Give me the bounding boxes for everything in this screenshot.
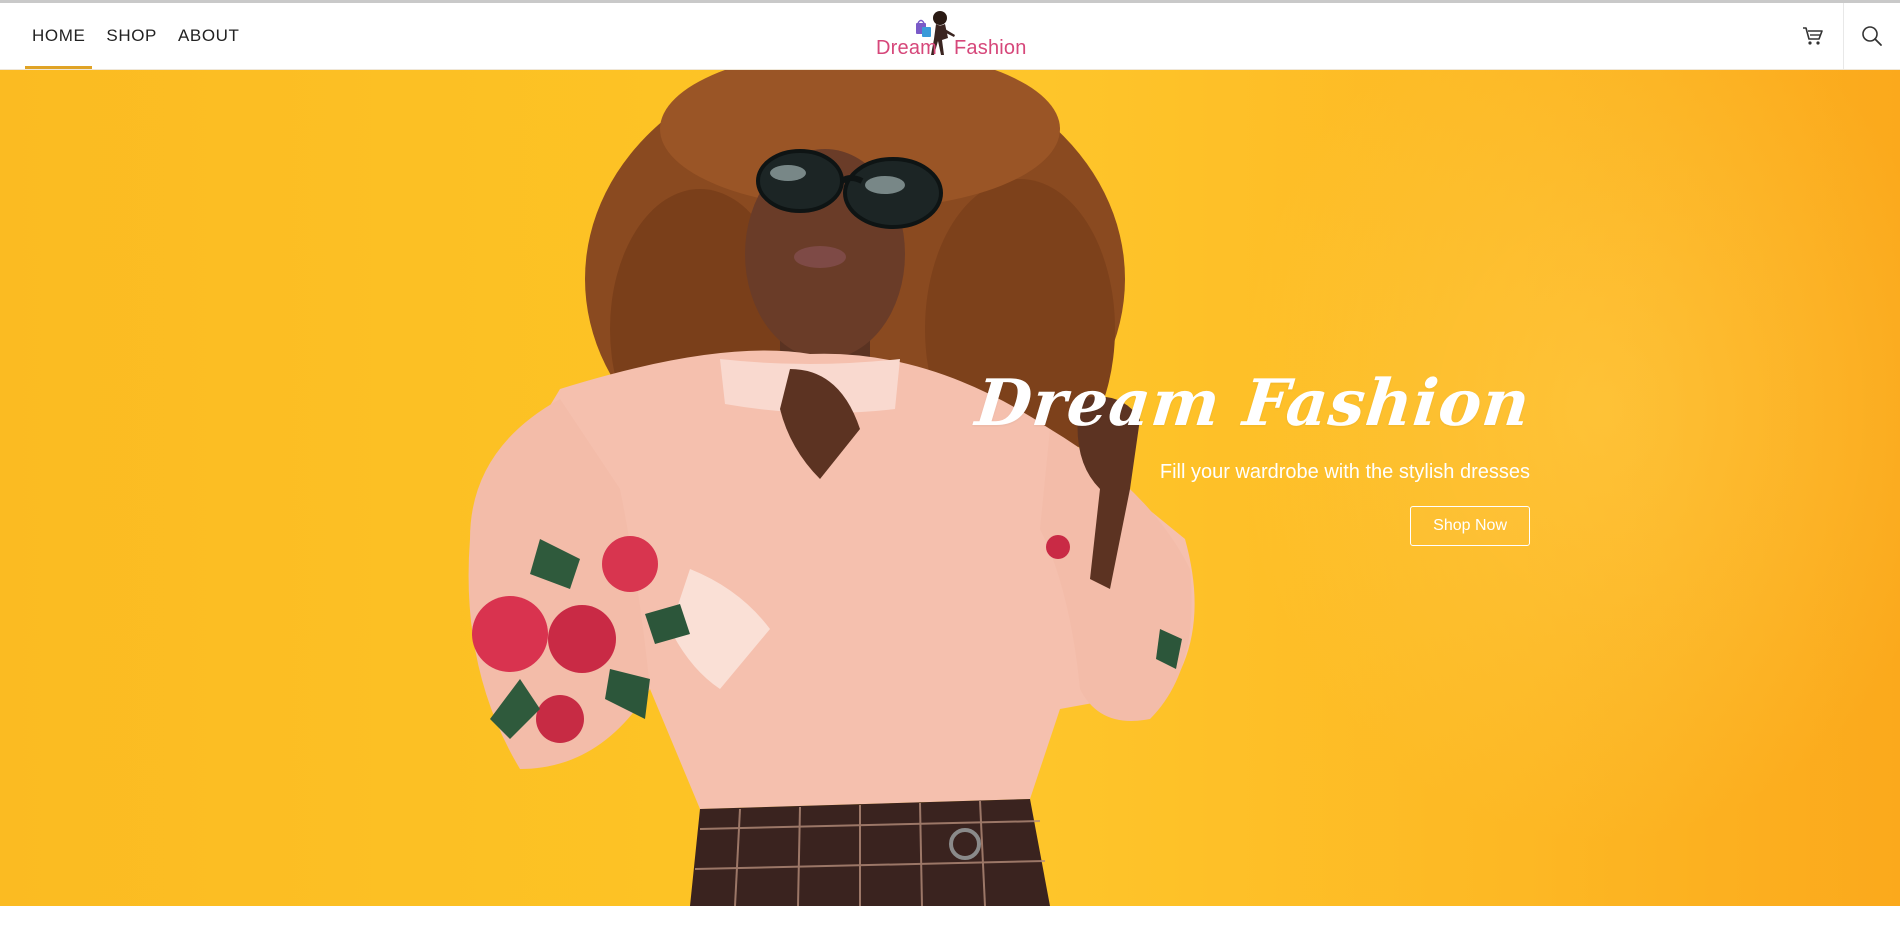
nav-item-home[interactable]: HOME — [25, 3, 93, 69]
main-nav: HOME SHOP ABOUT — [25, 3, 254, 69]
cart-button[interactable] — [1783, 3, 1843, 69]
page-bottom-strip — [0, 906, 1900, 935]
search-icon — [1862, 26, 1882, 46]
search-button[interactable] — [1843, 3, 1900, 69]
hero-copy: Dream Fashion Fill your wardrobe with th… — [970, 366, 1534, 547]
hero-model-photo — [468, 69, 1195, 906]
logo-word-fashion: Fashion — [954, 37, 1027, 59]
nav-item-label: HOME — [32, 26, 86, 45]
nav-item-label: ABOUT — [177, 26, 240, 45]
shop-now-button[interactable]: Shop Now — [1410, 506, 1530, 547]
hero-banner: Dream Fashion Fill your wardrobe with th… — [0, 69, 1900, 906]
cart-icon — [1803, 27, 1823, 45]
nav-item-label: SHOP — [106, 26, 157, 45]
hero-subtitle: Fill your wardrobe with the stylish dres… — [1159, 461, 1530, 484]
nav-item-about[interactable]: ABOUT — [171, 3, 247, 69]
hero-title: Dream Fashion — [972, 366, 1535, 441]
page: HOME SHOP ABOUT Dream Fashion Dream Fash… — [0, 0, 1900, 935]
header-actions — [1783, 3, 1900, 69]
site-logo[interactable]: Dream Fashion — [870, 9, 1030, 65]
site-header: HOME SHOP ABOUT Dream Fashion — [0, 3, 1900, 70]
logo-word-dream: Dream — [876, 37, 938, 59]
nav-item-shop[interactable]: SHOP — [99, 3, 164, 69]
